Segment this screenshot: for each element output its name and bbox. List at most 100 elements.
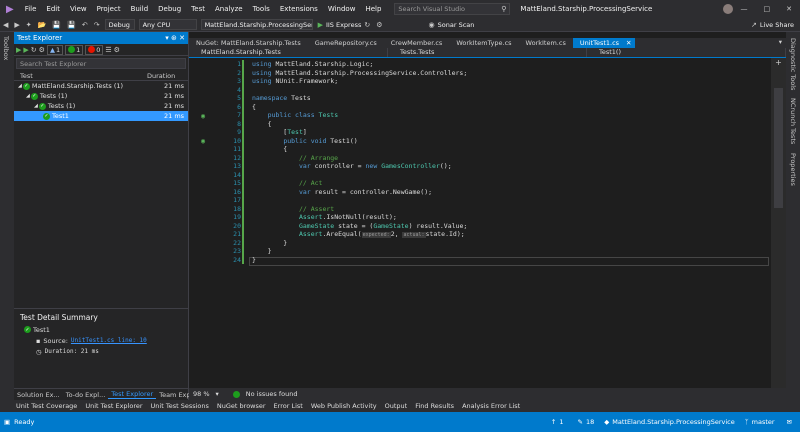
source-link[interactable]: UnitTest1.cs line: 10 xyxy=(71,337,147,344)
live-share-button[interactable]: Live Share xyxy=(760,21,800,29)
pin-icon[interactable]: ⊛ xyxy=(171,34,177,42)
tab-todo-explorer[interactable]: To-do Expl... xyxy=(63,391,109,399)
repeat-icon[interactable]: ↻ xyxy=(31,46,37,54)
properties-tab[interactable]: Properties xyxy=(789,153,797,186)
close-icon[interactable]: ✕ xyxy=(778,5,800,13)
tab-workitemtype[interactable]: WorkItemType.cs xyxy=(449,38,518,48)
expand-icon[interactable]: ◢ xyxy=(18,83,22,89)
expand-icon[interactable]: ◢ xyxy=(34,103,38,109)
sonar-scan-button[interactable]: Sonar Scan xyxy=(438,21,475,29)
ncrunch-tests-tab[interactable]: NCrunch Tests xyxy=(789,98,797,144)
menu-debug[interactable]: Debug xyxy=(153,5,186,13)
tab-solution-explorer[interactable]: Solution Ex... xyxy=(14,391,63,399)
zoom-dropdown-icon[interactable]: ▾ xyxy=(216,390,219,398)
maximize-icon[interactable]: □ xyxy=(756,5,779,13)
vs-logo-icon[interactable]: ▶ xyxy=(0,4,20,15)
col-duration-header[interactable]: Duration xyxy=(147,72,175,80)
branch-name[interactable]: master xyxy=(752,418,775,426)
total-tests-badge[interactable]: ▲ 1 xyxy=(46,44,64,55)
passed-tests-badge[interactable]: 1 xyxy=(65,44,84,55)
filter-icon[interactable]: ⚙ xyxy=(114,46,120,54)
menu-analyze[interactable]: Analyze xyxy=(210,5,248,13)
pencil-icon[interactable]: ✎ xyxy=(578,418,583,426)
tool-web-publish[interactable]: Web Publish Activity xyxy=(307,402,381,410)
more-icon[interactable]: ☰ xyxy=(105,46,111,54)
scroll-thumb[interactable] xyxy=(774,88,783,208)
toolbox-tab[interactable]: Toolbox xyxy=(2,36,10,60)
split-add-icon[interactable]: + xyxy=(771,58,786,67)
run-button[interactable]: IIS Express xyxy=(326,21,361,29)
tab-workitem[interactable]: WorkItem.cs xyxy=(519,38,573,48)
undo-icon[interactable]: ↶ xyxy=(79,21,91,29)
minimize-icon[interactable]: — xyxy=(733,5,756,13)
menu-test[interactable]: Test xyxy=(186,5,210,13)
sonar-icon[interactable]: ◉ xyxy=(426,21,438,29)
menu-window[interactable]: Window xyxy=(323,5,361,13)
settings-icon[interactable]: ⚙ xyxy=(39,46,45,54)
code-editor[interactable]: ◉ ◉ 1 using MattEland.Starship.Logic; 2 usi… xyxy=(189,58,771,388)
config-select[interactable]: Debug xyxy=(104,19,135,30)
menu-project[interactable]: Project xyxy=(92,5,126,13)
repo-icon[interactable]: ◆ xyxy=(604,418,609,426)
changes-count[interactable]: 18 xyxy=(586,418,594,426)
save-all-icon[interactable]: 💾 xyxy=(64,21,79,29)
dropdown-icon[interactable]: ▾ xyxy=(165,34,169,42)
tool-unit-test-explorer[interactable]: Unit Test Explorer xyxy=(81,402,146,410)
failed-tests-badge[interactable]: 0 xyxy=(85,44,104,55)
open-icon[interactable]: 📂 xyxy=(35,21,50,29)
nav-type-select[interactable]: Tests.Tests xyxy=(388,48,587,57)
notification-icon[interactable]: ✉ xyxy=(787,418,800,426)
refresh-icon[interactable]: ↻ xyxy=(361,21,373,29)
tool-error-list[interactable]: Error List xyxy=(270,402,307,410)
forward-icon[interactable]: ▶ xyxy=(11,21,22,29)
zoom-level[interactable]: 98 % xyxy=(193,390,210,398)
test-search-input[interactable]: Search Test Explorer xyxy=(16,58,186,69)
run-all-icon[interactable]: ▶ xyxy=(16,46,21,54)
menu-build[interactable]: Build xyxy=(126,5,154,13)
redo-icon[interactable]: ↷ xyxy=(91,21,103,29)
startup-project-select[interactable]: MattEland.Starship.ProcessingServi xyxy=(200,19,313,30)
menu-tools[interactable]: Tools xyxy=(248,5,275,13)
avatar[interactable] xyxy=(722,4,733,14)
branch-icon[interactable]: ᛉ xyxy=(745,418,749,426)
nav-member-select[interactable]: Test1() xyxy=(587,48,786,57)
repo-name[interactable]: MattEland.Starship.ProcessingService xyxy=(612,418,734,426)
nav-project-select[interactable]: MattEland.Starship.Tests xyxy=(189,48,388,57)
back-icon[interactable]: ◀ xyxy=(0,21,11,29)
tab-gamerepository[interactable]: GameRepository.cs xyxy=(308,38,384,48)
menu-extensions[interactable]: Extensions xyxy=(275,5,323,13)
search-input[interactable]: Search Visual Studio ⚲ xyxy=(394,3,511,15)
arrow-up-icon[interactable]: ↑ xyxy=(551,418,556,426)
run-icon[interactable]: ▶ xyxy=(23,46,28,54)
tab-nuget[interactable]: NuGet: MattEland.Starship.Tests xyxy=(189,38,308,48)
col-test-header[interactable]: Test xyxy=(14,72,147,80)
live-share-icon[interactable]: ↗ xyxy=(748,21,760,29)
tool-find-results[interactable]: Find Results xyxy=(411,402,458,410)
test-tree-row[interactable]: ◢ ✓ Tests (1) 21 ms xyxy=(14,101,188,111)
test-tree-row[interactable]: ◢ ✓ Tests (1) 21 ms xyxy=(14,91,188,101)
tab-dropdown-icon[interactable]: ▾ xyxy=(779,38,786,48)
menu-edit[interactable]: Edit xyxy=(41,5,65,13)
menu-help[interactable]: Help xyxy=(360,5,386,13)
close-tab-icon[interactable]: ✕ xyxy=(626,38,635,48)
tab-test-explorer[interactable]: Test Explorer xyxy=(108,390,157,399)
tool-analysis-error-list[interactable]: Analysis Error List xyxy=(458,402,524,410)
tool-output[interactable]: Output xyxy=(381,402,412,410)
menu-file[interactable]: File xyxy=(20,5,42,13)
menu-view[interactable]: View xyxy=(65,5,92,13)
test-tree-row[interactable]: ◢ ✓ MattEland.Starship.Tests (1) 21 ms xyxy=(14,81,188,91)
test-tree-row-selected[interactable]: ✓ Test1 21 ms xyxy=(14,111,188,121)
run-icon[interactable]: ▶ xyxy=(315,21,326,29)
tab-unittest1[interactable]: UnitTest1.cs xyxy=(572,38,627,48)
editor-scrollbar[interactable]: + xyxy=(771,58,786,388)
new-project-icon[interactable]: ✦ xyxy=(23,21,35,29)
issues-status[interactable]: No issues found xyxy=(246,390,298,398)
diagnostic-tools-tab[interactable]: Diagnostic Tools xyxy=(789,38,797,90)
platform-select[interactable]: Any CPU xyxy=(138,19,197,30)
expand-icon[interactable]: ◢ xyxy=(26,93,30,99)
tab-crewmember[interactable]: CrewMember.cs xyxy=(384,38,450,48)
save-icon[interactable]: 💾 xyxy=(49,21,64,29)
close-panel-icon[interactable]: ✕ xyxy=(179,34,185,42)
tool-unit-test-coverage[interactable]: Unit Test Coverage xyxy=(0,402,81,410)
commits-count[interactable]: 1 xyxy=(559,418,563,426)
